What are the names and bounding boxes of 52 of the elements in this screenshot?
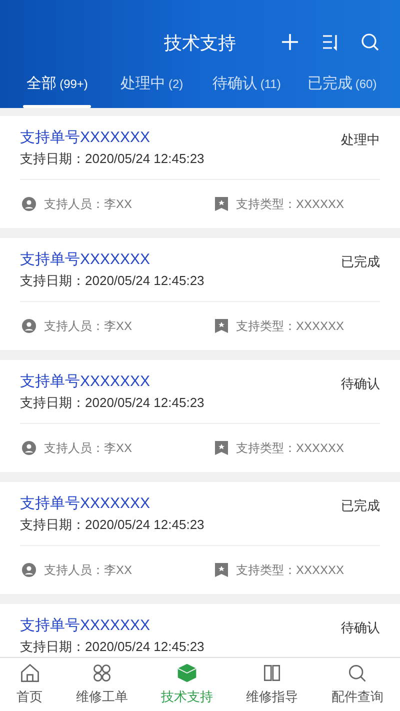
ticket-card[interactable]: 支持单号XXXXXXX 支持日期：2020/05/24 12:45:23 已完成 支持人员：李XX 支持类型：XXXXXX: [0, 482, 400, 594]
filter-tab[interactable]: 处理中 (2): [118, 73, 186, 108]
person-icon: [22, 196, 36, 210]
ticket-number: 支持单号XXXXXXX: [20, 616, 152, 636]
ticket-card[interactable]: 支持单号XXXXXXX 支持日期：2020/05/24 12:45:23 待确认 支持人员：李XX 支持类型：XXXXXX: [0, 360, 400, 472]
search-icon: [346, 662, 368, 684]
ticket-date: 支持日期：2020/05/24 12:45:23: [20, 516, 204, 534]
support-staff: 支持人员：李XX: [44, 562, 132, 578]
ticket-number: 支持单号XXXXXXX: [20, 128, 152, 148]
support-type: 支持类型：XXXXXX: [236, 562, 344, 578]
bookmark-icon: [215, 562, 228, 576]
ticket-status: 已完成: [341, 496, 380, 514]
ticket-card[interactable]: 支持单号XXXXXXX 支持日期：2020/05/24 12:45:23 处理中 支持人员：李XX 支持类型：XXXXXX: [0, 116, 400, 228]
cube-icon: [176, 662, 198, 684]
nav-tab[interactable]: 配件查询: [331, 662, 384, 707]
sort-icon[interactable]: [320, 32, 340, 52]
nav-tab[interactable]: 维修工单: [76, 662, 128, 707]
search-icon[interactable]: [360, 32, 380, 52]
ticket-number: 支持单号XXXXXXX: [20, 250, 152, 270]
bookmark-icon: [215, 440, 228, 454]
support-staff: 支持人员：李XX: [44, 196, 132, 212]
ticket-card[interactable]: 支持单号XXXXXXX 支持日期：2020/05/24 12:45:23 已完成 支持人员：李XX 支持类型：XXXXXX: [0, 238, 400, 350]
ticket-date: 支持日期：2020/05/24 12:45:23: [20, 272, 204, 290]
support-type: 支持类型：XXXXXX: [236, 318, 344, 334]
bookmark-icon: [215, 196, 228, 210]
ticket-card[interactable]: 支持单号XXXXXXX 支持日期：2020/05/24 12:45:23 待确认: [0, 604, 400, 657]
support-type: 支持类型：XXXXXX: [236, 440, 344, 456]
clover-icon: [90, 662, 113, 684]
filter-tab[interactable]: 待确认 (11): [212, 73, 281, 108]
person-icon: [22, 562, 36, 576]
bookmark-icon: [215, 318, 228, 332]
nav-tab[interactable]: 首页: [16, 662, 43, 707]
ticket-status: 处理中: [341, 130, 380, 148]
person-icon: [22, 318, 36, 332]
nav-tab[interactable]: 维修指导: [246, 662, 298, 707]
page-title: 技术支持: [164, 32, 236, 54]
ticket-number: 支持单号XXXXXXX: [20, 372, 152, 392]
ticket-status: 待确认: [341, 618, 380, 636]
ticket-date: 支持日期：2020/05/24 12:45:23: [20, 394, 204, 412]
person-icon: [22, 440, 36, 454]
ticket-status: 待确认: [341, 374, 380, 392]
support-staff: 支持人员：李XX: [44, 440, 132, 456]
support-staff: 支持人员：李XX: [44, 318, 132, 334]
support-type: 支持类型：XXXXXX: [236, 196, 344, 212]
ticket-status: 已完成: [341, 252, 380, 270]
home-icon: [18, 662, 41, 684]
ticket-number: 支持单号XXXXXXX: [20, 494, 152, 514]
ticket-date: 支持日期：2020/05/24 12:45:23: [20, 150, 204, 168]
add-icon[interactable]: [280, 32, 300, 52]
ticket-date: 支持日期：2020/05/24 12:45:23: [20, 638, 204, 656]
filter-tab[interactable]: 全部 (99+): [23, 73, 92, 108]
filter-tab[interactable]: 已完成 (60): [307, 73, 377, 108]
